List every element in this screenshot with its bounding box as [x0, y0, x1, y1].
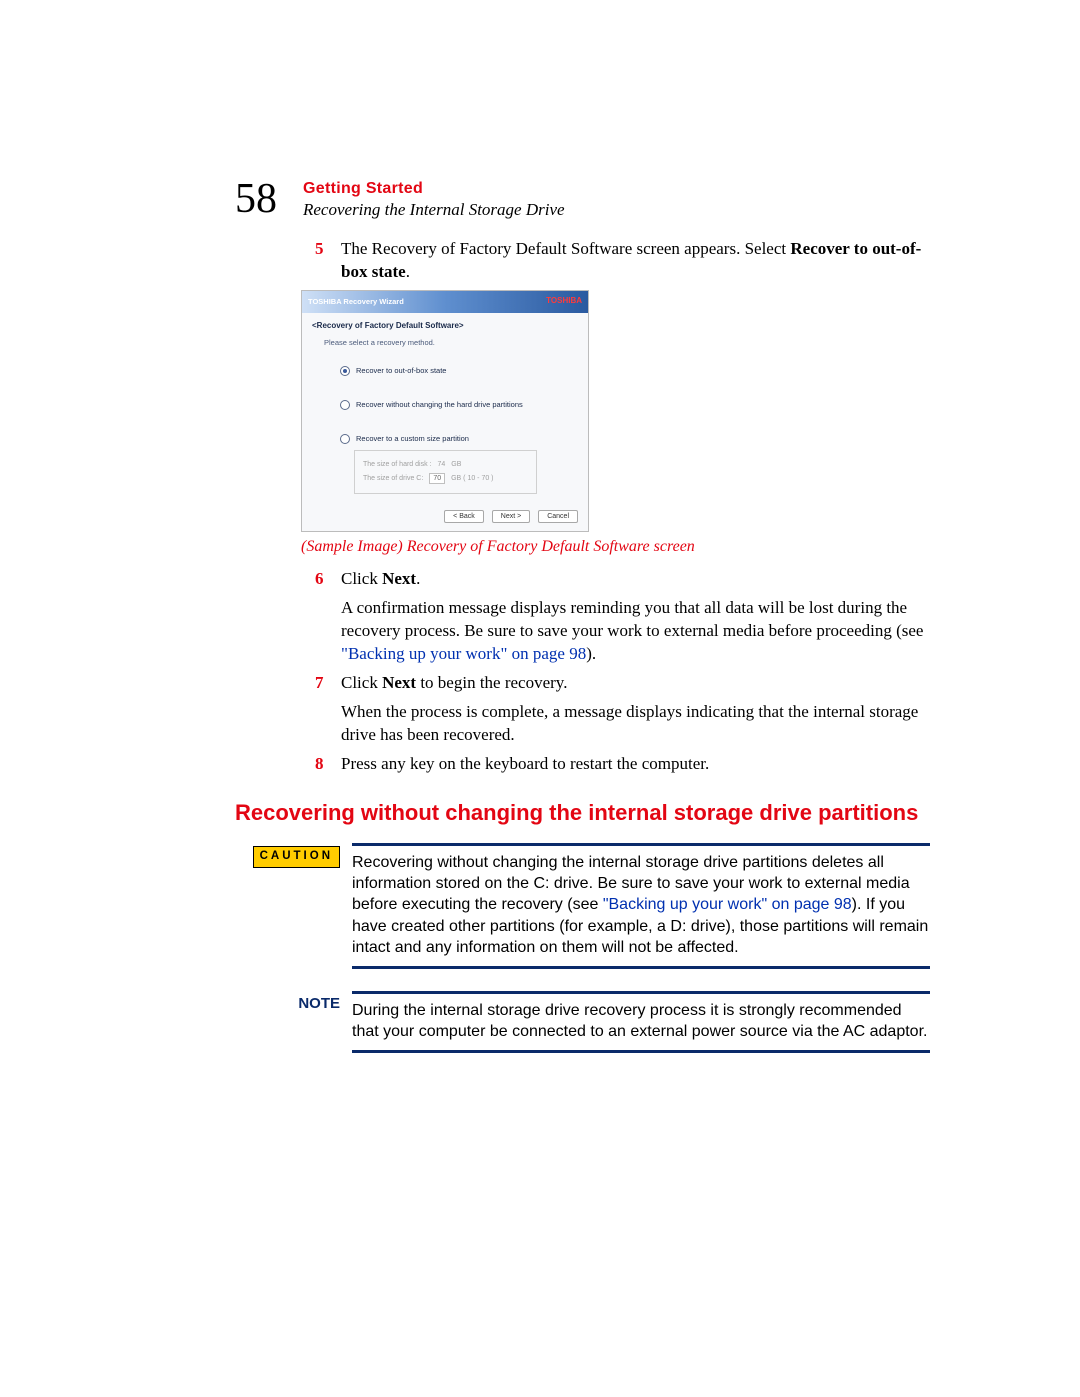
wizard-subheading: Please select a recovery method. — [324, 338, 578, 348]
chapter-title: Getting Started — [303, 180, 565, 198]
step-number: 6 — [315, 568, 341, 591]
wizard-next-button: Next > — [492, 510, 530, 523]
note-label: NOTE — [298, 994, 340, 1014]
wizard-option-3: Recover to a custom size partition — [340, 434, 578, 444]
wizard-option-2: Recover without changing the hard drive … — [340, 400, 578, 410]
step-text: The Recovery of Factory Default Software… — [341, 238, 930, 284]
step-6-paragraph: A confirmation message displays remindin… — [341, 597, 930, 666]
page: 58 Getting Started Recovering the Intern… — [0, 0, 1080, 1397]
figure-caption: (Sample Image) Recovery of Factory Defau… — [301, 536, 930, 558]
caution-badge: CAUTION — [253, 846, 340, 868]
body-content: 5 The Recovery of Factory Default Softwa… — [315, 238, 930, 1053]
link-backing-up[interactable]: "Backing up your work" on page 98 — [603, 896, 852, 913]
wizard-disk-box: The size of hard disk : 74 GB The size o… — [354, 450, 537, 494]
page-header: 58 Getting Started Recovering the Intern… — [235, 180, 930, 220]
note-callout: NOTE During the internal storage drive r… — [235, 991, 930, 1053]
subsection-heading: Recovering without changing the internal… — [235, 798, 930, 828]
wizard-titlebar: TOSHIBA Recovery Wizard TOSHIBA — [302, 291, 588, 313]
note-text: During the internal storage drive recove… — [352, 1000, 930, 1042]
wizard-option-1: Recover to out-of-box state — [340, 366, 578, 376]
step-number: 5 — [315, 238, 341, 284]
radio-icon — [340, 366, 350, 376]
wizard-back-button: < Back — [444, 510, 484, 523]
step-text: Press any key on the keyboard to restart… — [341, 753, 930, 776]
wizard-heading: <Recovery of Factory Default Software> — [312, 321, 578, 332]
callout-rule-bottom — [352, 966, 930, 969]
caution-callout: CAUTION Recovering without changing the … — [235, 843, 930, 969]
callout-rule-top — [352, 991, 930, 994]
link-backing-up[interactable]: "Backing up your work" on page 98 — [341, 644, 586, 663]
step-7-paragraph: When the process is complete, a message … — [341, 701, 930, 747]
section-subtitle: Recovering the Internal Storage Drive — [303, 200, 565, 220]
page-number: 58 — [235, 178, 277, 220]
step-text: Click Next. — [341, 568, 930, 591]
step-6: 6 Click Next. — [315, 568, 930, 591]
radio-icon — [340, 400, 350, 410]
step-5: 5 The Recovery of Factory Default Softwa… — [315, 238, 930, 284]
step-number: 7 — [315, 672, 341, 695]
callout-rule-bottom — [352, 1050, 930, 1053]
step-7: 7 Click Next to begin the recovery. — [315, 672, 930, 695]
caution-text: Recovering without changing the internal… — [352, 852, 930, 958]
step-number: 8 — [315, 753, 341, 776]
wizard-cancel-button: Cancel — [538, 510, 578, 523]
step-8: 8 Press any key on the keyboard to resta… — [315, 753, 930, 776]
step-text: Click Next to begin the recovery. — [341, 672, 930, 695]
radio-icon — [340, 434, 350, 444]
wizard-brand: TOSHIBA — [546, 296, 582, 307]
callout-rule-top — [352, 843, 930, 846]
wizard-screenshot: TOSHIBA Recovery Wizard TOSHIBA <Recover… — [301, 290, 930, 533]
wizard-title: TOSHIBA Recovery Wizard — [308, 297, 404, 307]
